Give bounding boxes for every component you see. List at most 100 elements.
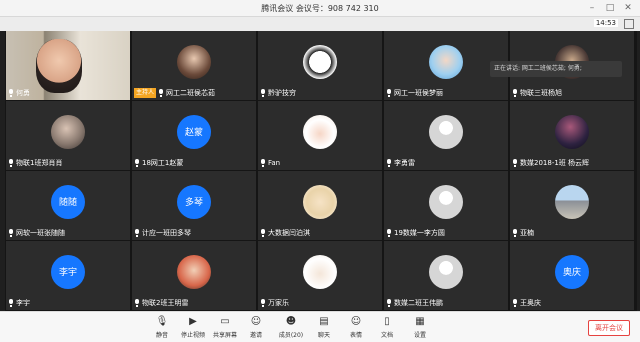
- participant-tile[interactable]: 随随网软一班张随随: [6, 171, 130, 240]
- participant-avatar: [429, 44, 463, 79]
- participant-tile[interactable]: 赵蒙 18网工1赵蒙: [132, 101, 256, 170]
- microphone-icon: [512, 89, 518, 97]
- participant-avatar: 多琴: [177, 184, 211, 219]
- chat-button[interactable]: ▤ 聊天: [309, 315, 339, 341]
- participant-tile[interactable]: 李勇雷: [384, 101, 508, 170]
- participant-tile[interactable]: 亚楠: [510, 171, 634, 240]
- camera-button[interactable]: ▶ 停止视频: [178, 315, 208, 341]
- emoji-button[interactable]: ☺ 表情: [341, 315, 371, 341]
- participant-tile[interactable]: 物联2班王明雷: [132, 241, 256, 310]
- participant-name: 物联三班杨旭: [520, 89, 562, 97]
- participant-namebar: 李勇雷: [386, 158, 415, 168]
- invite-icon: ☺: [250, 316, 262, 327]
- participant-tile[interactable]: Fan: [258, 101, 382, 170]
- participant-avatar: 李宇: [51, 254, 85, 289]
- fullscreen-icon[interactable]: [624, 19, 634, 29]
- participant-namebar: 计应一班田多琴: [134, 228, 191, 238]
- microphone-icon: [386, 89, 392, 97]
- close-icon[interactable]: ✕: [622, 2, 634, 14]
- participant-avatar: [555, 114, 589, 149]
- participant-tile[interactable]: 万家乐: [258, 241, 382, 310]
- participant-namebar: 网工一班侯梦丽: [386, 88, 443, 98]
- share-screen-icon: ▭: [220, 316, 230, 327]
- participant-tile[interactable]: 奥庆王奥庆: [510, 241, 634, 310]
- toolbar-label: 设置: [413, 332, 426, 339]
- participant-name: 计应一班田多琴: [142, 229, 191, 237]
- participant-tile[interactable]: 黔驴技穷: [258, 31, 382, 100]
- meeting-clock: 14:53: [593, 19, 618, 27]
- participant-name: 网工二班侯芯茹: [166, 89, 216, 97]
- invite-button[interactable]: ☺ 邀请: [241, 315, 271, 341]
- participant-namebar: 物联1班郑肖肖: [8, 158, 62, 168]
- participant-avatar: 随随: [51, 184, 85, 219]
- participant-namebar: 网软一班张随随: [8, 228, 65, 238]
- host-badge: 主持人: [134, 88, 157, 98]
- participant-avatar: [303, 44, 337, 79]
- participant-avatar: [51, 114, 85, 149]
- participant-tile[interactable]: 数媒二班王伟鹏: [384, 241, 508, 310]
- microphone-icon: [386, 159, 392, 167]
- speaking-indicator: 正在讲话: 网工二班侯芯茹; 何勇;: [490, 61, 622, 77]
- participant-avatar: [303, 184, 337, 219]
- avatar-initials: 奥庆: [562, 268, 581, 278]
- participant-name: 万家乐: [268, 299, 289, 307]
- participant-name: 王奥庆: [520, 299, 541, 307]
- participant-avatar: [429, 184, 463, 219]
- status-bar: 14:53: [0, 17, 640, 31]
- participant-tile[interactable]: 数媒2018-1班 杨云辉: [510, 101, 634, 170]
- participant-tile[interactable]: 物联1班郑肖肖: [6, 101, 130, 170]
- participant-tile[interactable]: 大数据闫泊淇: [258, 171, 382, 240]
- meeting-toolbar: 离开会议 🎙 静音 ▶ 停止视频 ▭ 共享屏幕 ☺ 邀请 ☻ 成员(20) ▤ 聊天 ☺ 表情 ▯ 文档 ▦ 设置: [0, 311, 640, 342]
- avatar-initials: 随随: [58, 198, 77, 208]
- participant-avatar: [429, 114, 463, 149]
- microphone-icon: [134, 159, 140, 167]
- participant-namebar: 数媒2018-1班 杨云辉: [512, 158, 589, 168]
- participant-namebar: 何勇: [8, 88, 30, 98]
- participant-namebar: 物联2班王明雷: [134, 298, 188, 308]
- microphone-button[interactable]: 🎙 静音: [147, 315, 177, 341]
- document-icon: ▯: [384, 316, 390, 327]
- participant-tile[interactable]: 多琴计应一班田多琴: [132, 171, 256, 240]
- document-button[interactable]: ▯ 文档: [372, 315, 402, 341]
- participant-avatar: 赵蒙: [177, 114, 211, 149]
- settings-button[interactable]: ▦ 设置: [405, 315, 435, 341]
- participant-name: 大数据闫泊淇: [268, 229, 310, 237]
- microphone-icon: [158, 89, 164, 97]
- participant-avatar: [303, 254, 337, 289]
- share-screen-button[interactable]: ▭ 共享屏幕: [210, 315, 240, 341]
- participant-name: 网工一班侯梦丽: [394, 89, 443, 97]
- maximize-icon[interactable]: □: [604, 2, 616, 14]
- members-icon: ☻: [285, 316, 297, 327]
- microphone-icon: [8, 89, 14, 97]
- toolbar-label: 邀请: [249, 332, 262, 339]
- participant-namebar: 主持人 网工二班侯芯茹: [134, 88, 215, 98]
- toolbar-label: 表情: [349, 332, 362, 339]
- participant-tile[interactable]: 主持人 网工二班侯芯茹: [132, 31, 256, 100]
- participant-name: 18网工1赵蒙: [142, 159, 184, 167]
- participant-avatar: [429, 254, 463, 289]
- participant-name: 何勇: [16, 89, 30, 97]
- microphone-icon: [386, 299, 392, 307]
- camera-video-feed: [36, 39, 82, 93]
- microphone-icon: [260, 299, 266, 307]
- participant-tile[interactable]: 何勇: [6, 31, 130, 100]
- participant-avatar: 奥庆: [555, 254, 589, 289]
- microphone-icon: [260, 89, 266, 97]
- participant-name: 亚楠: [520, 229, 534, 237]
- members-button[interactable]: ☻ 成员(20): [276, 315, 306, 341]
- participant-name: 19数媒一李方圆: [394, 229, 445, 237]
- toolbar-label: 聊天: [317, 332, 330, 339]
- participant-avatar: [303, 114, 337, 149]
- participant-name: 李宇: [16, 299, 30, 307]
- microphone-icon: 🎙: [155, 316, 169, 327]
- participant-tile[interactable]: 李宇 李宇: [6, 241, 130, 310]
- participant-name: 物联2班王明雷: [142, 299, 189, 307]
- participant-name: 黔驴技穷: [268, 89, 296, 97]
- participant-name: 数媒2018-1班 杨云辉: [520, 159, 590, 167]
- participant-tile[interactable]: 19数媒一李方圆: [384, 171, 508, 240]
- minimize-icon[interactable]: –: [586, 2, 598, 14]
- leave-meeting-button[interactable]: 离开会议: [588, 320, 630, 336]
- microphone-icon: [134, 229, 140, 237]
- participant-avatar: [555, 184, 589, 219]
- toolbar-label: 共享屏幕: [212, 332, 237, 339]
